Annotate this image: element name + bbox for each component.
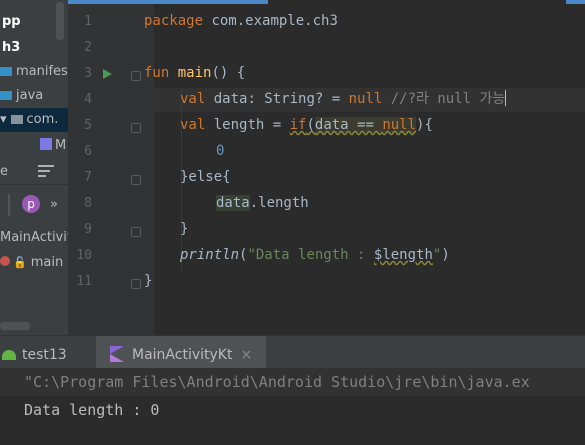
tab-label: MainActivityKt [132, 347, 233, 363]
line-number: 9 [84, 222, 92, 237]
structure-item-label: main [30, 255, 64, 270]
function-icon [0, 256, 10, 266]
code-text: ){ [416, 117, 433, 133]
code-line-6[interactable]: 0 [216, 138, 224, 164]
package-icon [10, 115, 23, 124]
keyword: null [348, 91, 383, 107]
code-text: .length [249, 195, 309, 211]
code-text: }else{ [180, 169, 231, 185]
code-text: length = [205, 117, 290, 133]
divider [8, 194, 10, 216]
structure-item-main[interactable]: 🔓 main [0, 251, 63, 275]
folder-icon [0, 91, 12, 100]
string-literal: "Data length : [247, 247, 374, 263]
code-line-4[interactable]: val data: String? = null //?라 null 가능 [180, 86, 507, 112]
fold-marker-icon[interactable] [131, 175, 141, 185]
fold-marker-icon[interactable] [131, 227, 141, 237]
code-text: () { [211, 65, 246, 81]
sort-icon[interactable] [38, 165, 54, 179]
code-line-1[interactable]: package com.example.ch3 [144, 8, 338, 34]
tab-label: test13 [22, 347, 67, 363]
run-tabs-bar: test13 MainActivityKt × [0, 335, 585, 368]
function-name: main [177, 65, 212, 81]
property-filter-icon[interactable]: p [22, 195, 40, 213]
code-text: ) [441, 247, 450, 263]
keyword: val [180, 91, 206, 107]
close-icon[interactable]: × [240, 347, 252, 363]
fold-marker-icon[interactable] [131, 71, 141, 81]
line-number: 11 [76, 274, 92, 289]
line-number: 2 [84, 40, 92, 55]
line-number: 3 [84, 66, 92, 81]
fold-marker-icon[interactable] [131, 279, 141, 289]
tab-test13[interactable]: test13 [2, 336, 67, 368]
code-line-9[interactable]: } [180, 216, 188, 242]
output-command-line: "C:\Program Files\Android\Android Studio… [24, 373, 530, 391]
tree-item-com[interactable]: ▾ com. [0, 108, 68, 132]
sidebar-scrollbar[interactable] [56, 2, 64, 40]
tree-item-label: com. [26, 112, 59, 127]
active-tab-indicator [566, 0, 585, 4]
toolbar-overflow-button[interactable]: » [50, 193, 58, 217]
tree-item-label: M [55, 138, 67, 153]
line-number: 8 [84, 196, 92, 211]
structure-tab-label[interactable]: e [0, 160, 8, 184]
code-line-8[interactable]: data.length [216, 190, 309, 216]
line-number: 10 [76, 248, 92, 263]
string-template-variable: $length [373, 247, 433, 263]
code-text: data == [314, 117, 383, 133]
keyword: package [144, 13, 204, 29]
tab-mainactivitykt[interactable]: MainActivityKt × [96, 336, 266, 368]
fold-marker-icon[interactable] [131, 123, 141, 133]
keyword: null [382, 117, 417, 133]
project-panel: pp h3 manifes java ▾ com. M e p » MainAct… [0, 0, 68, 335]
line-number: 4 [84, 92, 92, 107]
android-icon [2, 350, 16, 360]
output-result-line: Data length : 0 [24, 401, 160, 419]
text-cursor [505, 90, 507, 106]
tree-item-java[interactable]: java [0, 84, 43, 108]
project-name[interactable]: pp [2, 10, 21, 34]
divider [0, 184, 68, 185]
line-number: 6 [84, 144, 92, 159]
tree-item-label: java [16, 88, 44, 103]
tree-item-manifests[interactable]: manifes [0, 60, 68, 84]
folder-icon [0, 67, 12, 76]
kotlin-file-icon [40, 138, 52, 150]
horizontal-scrollbar[interactable] [0, 322, 30, 330]
code-line-11[interactable]: } [144, 268, 152, 294]
code-text: } [180, 221, 189, 237]
code-text: com.example.ch3 [203, 13, 338, 29]
number-literal: 0 [216, 143, 225, 159]
comment: //?라 null 가능 [382, 91, 506, 107]
line-number: 5 [84, 118, 92, 133]
code-line-3[interactable]: fun main() { [144, 60, 245, 86]
code-line-10[interactable]: println("Data length : $length") [180, 242, 450, 268]
kotlin-icon [110, 346, 124, 362]
keyword: val [180, 117, 206, 133]
code-line-7[interactable]: }else{ [180, 164, 231, 190]
line-number: 1 [84, 14, 92, 29]
keyword: fun [144, 65, 170, 81]
lock-open-icon: 🔓 [13, 256, 27, 269]
code-line-5[interactable]: val length = if(data == null){ [180, 112, 433, 138]
code-text: } [144, 273, 153, 289]
code-text: data: String? = [205, 91, 349, 107]
tree-item-label: manifes [16, 64, 68, 79]
tree-item-mainactivity[interactable]: M [40, 134, 66, 158]
smart-cast-variable: data [216, 195, 250, 211]
code-text: ( [306, 117, 315, 133]
chevron-down-icon: ▾ [0, 112, 7, 127]
run-icon[interactable] [103, 69, 112, 79]
function-call: println [180, 247, 240, 263]
line-number: 7 [84, 170, 92, 185]
keyword: if [289, 117, 307, 133]
module-name[interactable]: h3 [2, 36, 20, 60]
active-tab-indicator [68, 0, 268, 4]
structure-item-mainactivitykt[interactable]: MainActivit [0, 226, 68, 250]
